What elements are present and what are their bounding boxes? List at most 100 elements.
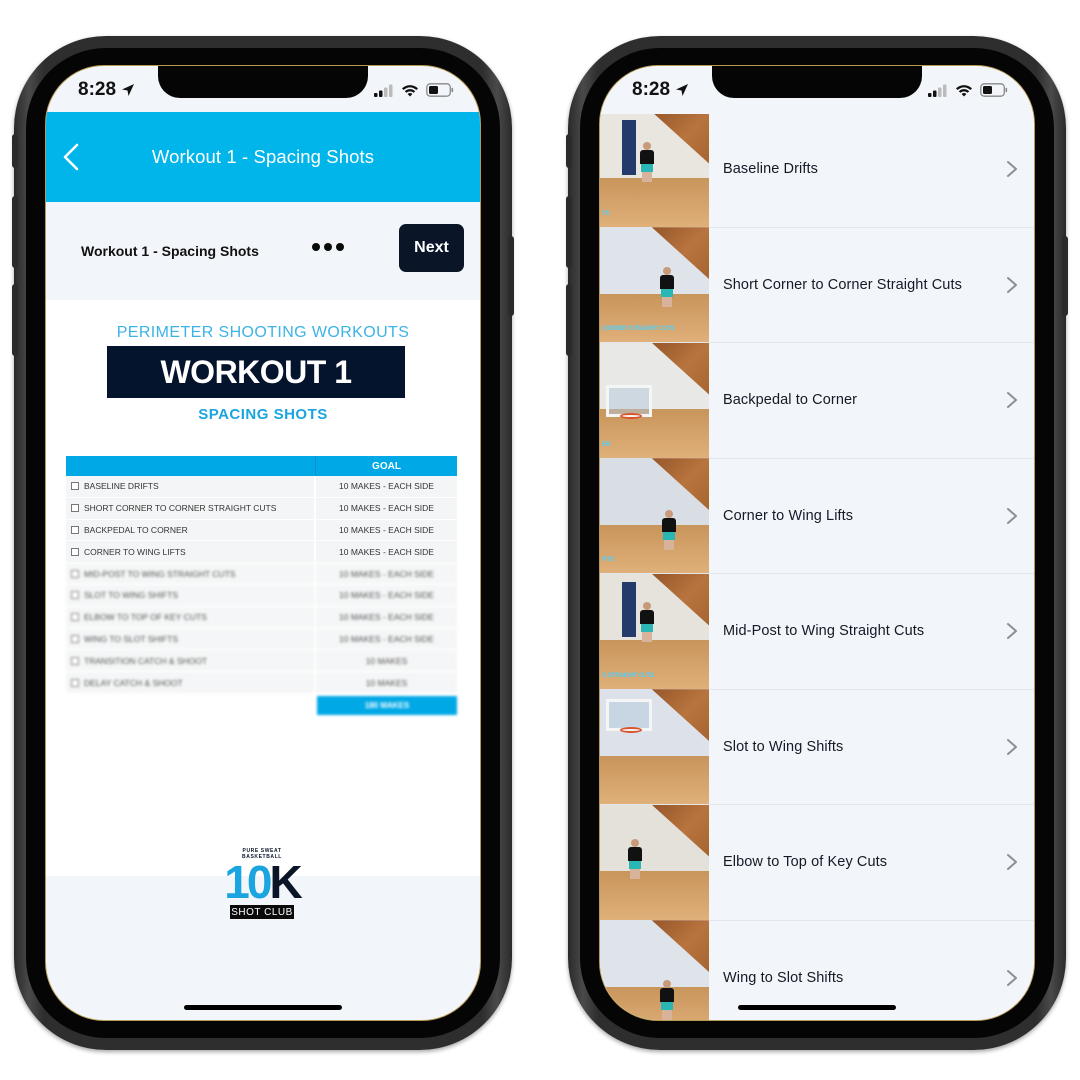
home-indicator[interactable] [184, 1005, 342, 1010]
goal-cell: 10 MAKES - EACH SIDE [316, 519, 457, 541]
drill-name: DELAY CATCH & SHOOT [84, 677, 183, 688]
drill-label: Wing to Slot Shifts [723, 969, 844, 986]
drill-cell: WING TO SLOT SHIFTS [66, 628, 316, 650]
logo-mark-left: 10 [224, 856, 272, 908]
battery-icon [980, 83, 1008, 97]
drill-label: Baseline Drifts [723, 161, 818, 178]
goal-cell: 10 MAKES - EACH SIDE [316, 563, 457, 584]
drill-list-item[interactable]: CORNER STRAIGHT CUTS Short Corner to Corn… [600, 227, 1034, 343]
drill-label: Short Corner to Corner Straight Cuts [723, 276, 962, 293]
drill-cell: DELAY CATCH & SHOOT [66, 672, 316, 693]
battery-icon [426, 83, 454, 97]
drill-cell: ELBOW TO TOP OF KEY CUTS [66, 606, 316, 628]
checkbox[interactable] [71, 613, 79, 622]
drill-cell: SLOT TO WING SHIFTS [66, 584, 316, 606]
checkbox[interactable] [71, 569, 79, 578]
drill-list-item[interactable]: Elbow to Top of Key Cuts [600, 804, 1034, 921]
power-button [1062, 236, 1068, 316]
goal-table-row: WING TO SLOT SHIFTS 10 MAKES - EACH SIDE [66, 628, 457, 651]
chevron-right-icon [1007, 969, 1017, 986]
checkbox[interactable] [71, 547, 79, 556]
drill-name: SHORT CORNER TO CORNER STRAIGHT CUTS [84, 503, 277, 514]
backboard [606, 384, 652, 417]
goal-cell: 10 MAKES - EACH SIDE [316, 628, 457, 650]
drill-name: BACKPEDAL TO CORNER [84, 524, 188, 535]
thumbnail-caption: IFTS [602, 557, 615, 564]
checkbox[interactable] [71, 504, 79, 513]
checkbox[interactable] [71, 634, 79, 643]
phone-left: 8:28 Workout 1 - Spacing Shots Workout 1… [12, 36, 514, 1050]
goal-cell: 10 MAKES - EACH SIDE [316, 476, 457, 497]
drill-thumbnail: IFTS [600, 458, 709, 574]
drill-list-item[interactable]: TS Baseline Drifts [600, 111, 1034, 228]
status-icons [928, 83, 1008, 97]
drill-list-item[interactable]: ER Backpedal to Corner [600, 342, 1034, 459]
volume-up-button [566, 196, 572, 268]
mute-switch [566, 134, 572, 168]
drill-name: WING TO SLOT SHIFTS [84, 633, 178, 644]
player-figure [640, 601, 654, 642]
checkbox[interactable] [71, 678, 79, 687]
drill-thumbnail: ER [600, 342, 709, 458]
goal-table-row: DELAY CATCH & SHOOT 10 MAKES [66, 672, 457, 694]
checkbox[interactable] [71, 656, 79, 665]
drill-label: Backpedal to Corner [723, 392, 858, 409]
banner-text: WORKOUT 1 [160, 353, 352, 390]
10k-shot-club-logo: PURE SWEAT BASKETBALL 10 K SHOT CLUB [224, 848, 303, 924]
logo-club: SHOT CLUB [230, 905, 294, 919]
drill-cell: BACKPEDAL TO CORNER [66, 519, 316, 541]
checkbox[interactable] [71, 482, 79, 491]
goal-cell: 10 MAKES [316, 650, 457, 672]
drill-thumbnail [600, 804, 709, 920]
screen-workout-detail: 8:28 Workout 1 - Spacing Shots Workout 1… [46, 66, 480, 1020]
drill-name: BASELINE DRIFTS [84, 481, 159, 492]
volume-up-button [12, 196, 18, 268]
status-time: 8:28 [78, 79, 135, 101]
sub-bar: Workout 1 - Spacing Shots Next [46, 202, 480, 300]
location-arrow-icon [676, 84, 689, 96]
wifi-icon [956, 84, 972, 96]
logo-mark: 10 K [224, 859, 302, 905]
drill-cell: TRANSITION CATCH & SHOOT [66, 650, 316, 672]
cellular-signal-icon [928, 84, 947, 97]
drill-label: Slot to Wing Shifts [723, 738, 844, 755]
drill-name: ELBOW TO TOP OF KEY CUTS [84, 612, 207, 623]
goal-cell: 10 MAKES - EACH SIDE [316, 584, 457, 606]
drill-label: Mid-Post to Wing Straight Cuts [723, 623, 925, 640]
hoop [620, 412, 642, 419]
goal-table-row: SLOT TO WING SHIFTS 10 MAKES - EACH SIDE [66, 584, 457, 607]
nav-title: Workout 1 - Spacing Shots [151, 146, 375, 167]
goal-table-body: BASELINE DRIFTS 10 MAKES - EACH SIDE SHORT… [66, 476, 457, 694]
goal-table-row: SHORT CORNER TO CORNER STRAIGHT CUTS 10 M… [66, 497, 457, 520]
next-button[interactable]: Next [399, 224, 464, 272]
nav-bar: Workout 1 - Spacing Shots [46, 112, 480, 202]
drill-list-item[interactable]: Slot to Wing Shifts [600, 689, 1034, 805]
more-horizontal-icon[interactable] [312, 243, 344, 251]
drill-thumbnail: G STRAIGHT CUTS [600, 573, 709, 689]
time-text: 8:28 [78, 79, 117, 100]
chevron-right-icon [1007, 738, 1017, 755]
drill-cell: CORNER TO WING LIFTS [66, 541, 316, 563]
drill-thumbnail [600, 689, 709, 805]
drill-list-item[interactable]: IFTS Corner to Wing Lifts [600, 458, 1034, 574]
status-time: 8:28 [632, 79, 689, 101]
document-subtitle: SPACING SHOTS [198, 406, 328, 423]
goal-total: 180 MAKES [317, 695, 457, 715]
wifi-icon [402, 84, 418, 96]
drill-list-item[interactable]: G STRAIGHT CUTS Mid-Post to Wing Straight… [600, 573, 1034, 690]
volume-down-button [12, 284, 18, 356]
home-indicator[interactable] [738, 1005, 896, 1010]
drill-name: TRANSITION CATCH & SHOOT [84, 655, 208, 666]
checkbox[interactable] [71, 591, 79, 600]
player-figure [662, 510, 676, 551]
document-banner: WORKOUT 1 [107, 346, 405, 398]
checkbox[interactable] [71, 525, 79, 534]
player-figure [628, 838, 642, 879]
notch [712, 66, 922, 98]
drill-thumbnail [600, 920, 709, 1020]
chevron-left-icon[interactable] [58, 142, 88, 172]
goal-table-header: GOAL [66, 456, 457, 476]
workout-document: PERIMETER SHOOTING WORKOUTS WORKOUT 1 SP… [46, 300, 480, 919]
notch [158, 66, 368, 98]
drill-label: Corner to Wing Lifts [723, 507, 854, 524]
